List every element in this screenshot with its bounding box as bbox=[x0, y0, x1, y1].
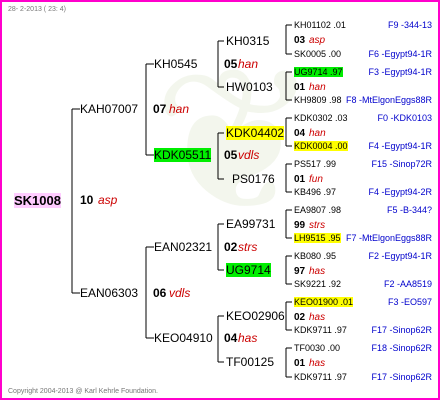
gen5-item-1-origin: F9 -344-13 bbox=[387, 20, 432, 30]
gen5-item-11-id[interactable]: KB080 .95 bbox=[294, 251, 336, 261]
root-queen-num: 10 bbox=[80, 193, 94, 207]
gen5-item-9-origin: F5 -B-344? bbox=[386, 205, 432, 215]
gen3-item-4-year: has bbox=[238, 331, 258, 345]
gen5-item-7-origin: F15 -Sinop72R bbox=[371, 159, 432, 169]
gen5-item-13-origin: F3 -EO597 bbox=[387, 297, 432, 307]
gen5-item-14-id[interactable]: KDK9711 .97 bbox=[294, 325, 347, 335]
pedigree-frame: ❦ 28- 2-2013 (23: 4) SK1008 10 asp KAH0… bbox=[0, 0, 440, 400]
gen5-item-9-id[interactable]: EA9807 .98 bbox=[294, 205, 341, 215]
gen3-item-2-year: vdls bbox=[238, 148, 260, 162]
gen4-item-6-num: 97 bbox=[294, 266, 306, 277]
gen4-item-1-num: 03 bbox=[294, 35, 306, 46]
gen5-item-8-id[interactable]: KB496 .97 bbox=[294, 187, 336, 197]
gen4-item-5-id[interactable]: EA99731 bbox=[226, 217, 275, 231]
gen3-item-3-year: strs bbox=[238, 240, 258, 254]
gen3-item-2-id[interactable]: KDK05511 bbox=[154, 148, 212, 162]
gen5-item-5-id[interactable]: KDK0302 .03 bbox=[294, 113, 348, 123]
gen5-item-3-origin: F3 -Egypt94-1R bbox=[368, 67, 432, 77]
gen3-item-3-num: 02 bbox=[224, 240, 238, 254]
pedigree-lines bbox=[71, 24, 292, 378]
gen4-item-2-year: han bbox=[309, 82, 326, 93]
gen3-item-2-num: 05 bbox=[224, 148, 238, 162]
gen4-item-4-id[interactable]: PS0176 bbox=[232, 172, 275, 186]
gen5-item-5-origin: F0 -KDK0103 bbox=[377, 113, 432, 123]
gen5-item-15-origin: F18 -Sinop62R bbox=[371, 343, 432, 353]
gen5-item-2-origin: F6 -Egypt94-1R bbox=[368, 49, 432, 59]
gen4-item-5-year: strs bbox=[309, 220, 326, 231]
gen5-item-16-origin: F17 -Sinop62R bbox=[371, 372, 432, 382]
gen3-item-4-id[interactable]: KEO04910 bbox=[154, 331, 213, 345]
gen4-item-8-year: has bbox=[309, 358, 326, 369]
gen5-item-6-origin: F4 -Egypt94-1R bbox=[368, 141, 432, 151]
gen5-item-3-id[interactable]: UG9714 .97 bbox=[294, 67, 343, 77]
gen4-item-8-num: 01 bbox=[294, 358, 306, 369]
gen5-item-1-id[interactable]: KH01102 .01 bbox=[294, 20, 346, 30]
copyright-footer: Copyright 2004-2013 @ Karl Kehrle Founda… bbox=[8, 388, 158, 395]
gen4-item-1-id[interactable]: KH0315 bbox=[226, 34, 269, 48]
gen2-sire-year: han bbox=[169, 102, 190, 116]
gen4-item-2-id[interactable]: HW0103 bbox=[226, 80, 273, 94]
gen5-item-2-id[interactable]: SK0005 .00 bbox=[294, 49, 341, 59]
gen5-item-15-id[interactable]: TF0030 .00 bbox=[294, 343, 340, 353]
gen4-item-3-num: 04 bbox=[294, 128, 306, 139]
gen4-item-6-id[interactable]: UG9714 bbox=[226, 263, 271, 277]
gen4-item-6-year: has bbox=[309, 266, 326, 277]
gen4-item-2-num: 01 bbox=[294, 82, 306, 93]
gen2-dam-num: 06 bbox=[153, 286, 167, 300]
timestamp-header: 28- 2-2013 ( 23: 4) bbox=[8, 6, 66, 13]
gen5-item-12-origin: F2 -AA8519 bbox=[383, 279, 432, 289]
gen5-item-4-origin: F8 -MtElgonEggs88R bbox=[345, 95, 432, 105]
root-queen-year: asp bbox=[98, 193, 118, 207]
gen4-item-4-year: fun bbox=[309, 174, 323, 185]
gen5-item-13-id[interactable]: KEO01900 .01 bbox=[294, 297, 354, 307]
gen4-item-4-num: 01 bbox=[294, 174, 306, 185]
gen5-item-16-id[interactable]: KDK9711 .97 bbox=[294, 372, 347, 382]
gen4-item-1-year: asp bbox=[309, 35, 326, 46]
gen2-dam-id[interactable]: EAN06303 bbox=[80, 286, 138, 300]
gen5-item-12-id[interactable]: SK9221 .92 bbox=[294, 279, 341, 289]
gen3-item-3-id[interactable]: EAN02321 bbox=[154, 240, 212, 254]
gen2-sire-num: 07 bbox=[153, 102, 167, 116]
gen4-item-3-year: han bbox=[309, 128, 326, 139]
gen4-item-7-year: has bbox=[309, 312, 326, 323]
gen5-item-7-id[interactable]: PS517 .99 bbox=[294, 159, 336, 169]
gen3-item-1-year: han bbox=[238, 57, 259, 71]
gen3-item-4-num: 04 bbox=[224, 331, 238, 345]
gen5-item-4-id[interactable]: KH9809 .98 bbox=[294, 95, 342, 105]
gen4-item-5-num: 99 bbox=[294, 220, 306, 231]
gen5-item-10-origin: F7 -MtElgonEggs88R bbox=[345, 233, 432, 243]
gen4-item-8-id[interactable]: TF00125 bbox=[226, 355, 274, 369]
gen5-item-10-id[interactable]: LH9515 .95 bbox=[294, 233, 341, 243]
gen5-item-8-origin: F4 -Egypt94-2R bbox=[368, 187, 432, 197]
gen4-item-3-id[interactable]: KDK04402 bbox=[226, 126, 285, 140]
gen5-item-11-origin: F2 -Egypt94-1R bbox=[368, 251, 432, 261]
gen4-item-7-num: 02 bbox=[294, 312, 306, 323]
gen3-item-1-num: 05 bbox=[224, 57, 238, 71]
gen4-item-7-id[interactable]: KEO02906 bbox=[226, 309, 285, 323]
gen2-dam-year: vdls bbox=[169, 286, 191, 300]
gen3-item-1-id[interactable]: KH0545 bbox=[154, 57, 197, 71]
gen5-item-6-id[interactable]: KDK0004 .00 bbox=[294, 141, 348, 151]
gen2-sire-id[interactable]: KAH07007 bbox=[80, 102, 138, 116]
gen5-item-14-origin: F17 -Sinop62R bbox=[371, 325, 432, 335]
root-queen-id[interactable]: SK1008 bbox=[14, 193, 61, 208]
